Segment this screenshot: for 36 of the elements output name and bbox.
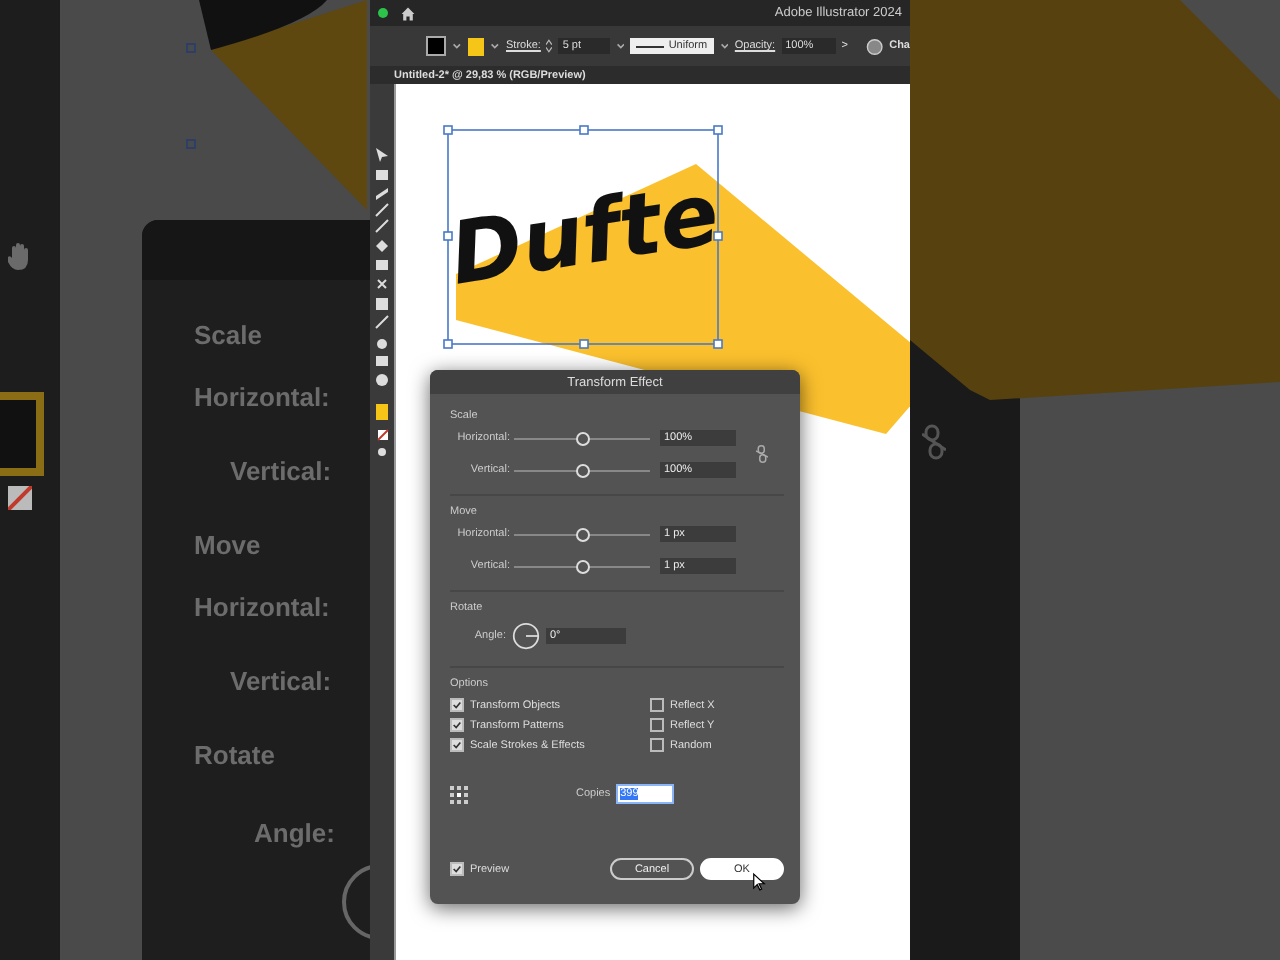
link-icon [922, 424, 946, 460]
slider-thumb[interactable] [576, 431, 590, 445]
caret-icon[interactable] [615, 42, 625, 50]
home-icon[interactable] [400, 5, 416, 21]
checkbox[interactable] [650, 718, 664, 732]
stepper-icon[interactable] [546, 38, 553, 54]
backdrop-label: Vertical: [230, 456, 332, 486]
backdrop-label: Move [194, 530, 261, 560]
cursor-icon [752, 872, 766, 892]
caret-icon[interactable] [451, 42, 462, 50]
backdrop-label: Rotate [194, 740, 275, 770]
hand-icon [6, 240, 34, 272]
angle-dial[interactable] [512, 622, 540, 650]
fill-swatch[interactable] [426, 36, 446, 56]
backdrop-label: Vertical: [230, 666, 332, 696]
caret-icon[interactable] [490, 42, 500, 50]
link-icon[interactable] [756, 444, 768, 464]
slider-thumb[interactable] [576, 463, 590, 477]
checkbox[interactable] [450, 698, 464, 712]
backdrop-label: Scale [194, 320, 262, 350]
globe-icon[interactable] [865, 37, 884, 55]
checkbox[interactable] [650, 698, 664, 712]
slider-thumb[interactable] [576, 559, 590, 573]
checkbox[interactable] [450, 862, 464, 876]
backdrop-label: Horizontal: [194, 592, 330, 622]
stroke-swatch[interactable] [467, 37, 485, 55]
window-zoom-dot-icon[interactable] [378, 8, 388, 18]
reference-point-icon[interactable] [450, 785, 468, 803]
slider-thumb[interactable] [576, 527, 590, 541]
backdrop-label: Angle: [254, 818, 335, 848]
backdrop-label: Horizontal: [194, 382, 330, 412]
caret-icon[interactable] [719, 42, 729, 50]
checkbox[interactable] [450, 718, 464, 732]
checkbox[interactable] [650, 738, 664, 752]
none-swatch-icon [8, 486, 32, 510]
checkbox[interactable] [450, 738, 464, 752]
